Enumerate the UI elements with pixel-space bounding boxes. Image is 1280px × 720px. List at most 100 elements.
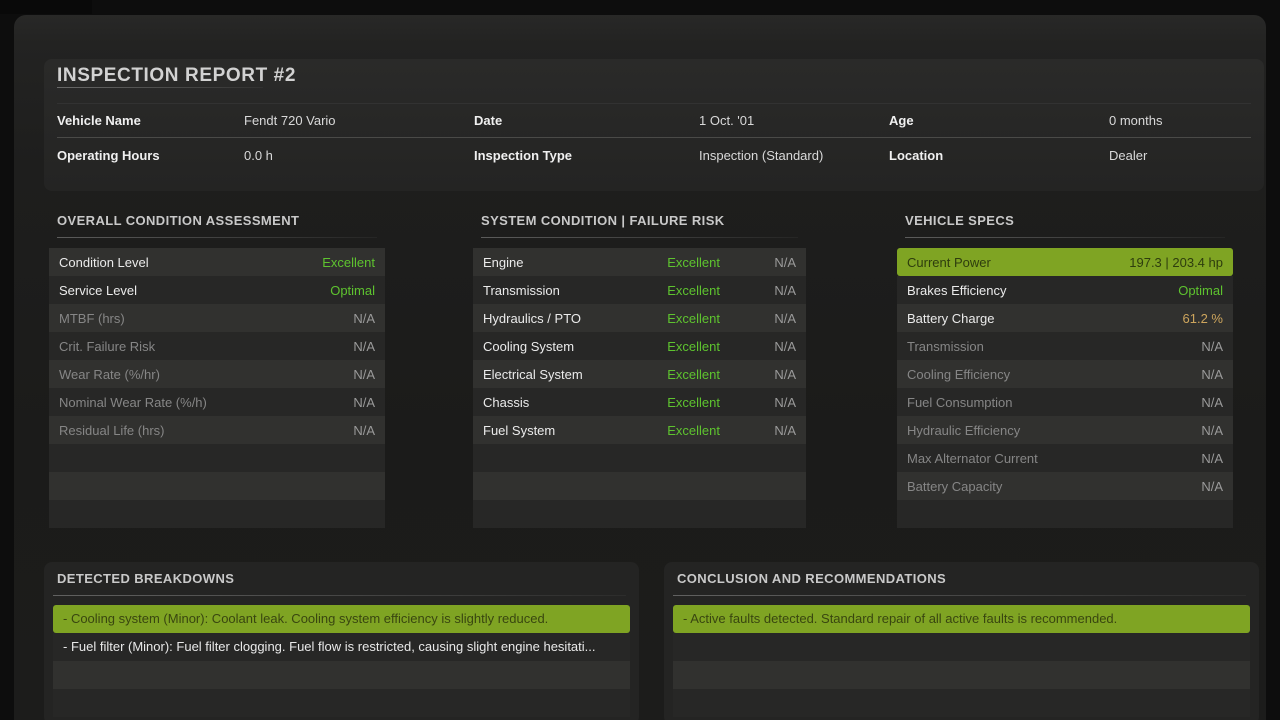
row-risk: N/A <box>720 367 796 382</box>
row-label: Residual Life (hrs) <box>59 423 165 438</box>
list-item[interactable]: MTBF (hrs) N/A <box>49 304 385 332</box>
row-value: Optimal <box>1178 283 1223 298</box>
empty-row <box>53 689 630 717</box>
empty-row <box>49 472 385 500</box>
list-item[interactable]: Transmission Excellent N/A <box>473 276 806 304</box>
row-value: N/A <box>1201 367 1223 382</box>
panel-title: DETECTED BREAKDOWNS <box>44 562 639 587</box>
empty-row <box>49 500 385 528</box>
list-item[interactable]: Crit. Failure Risk N/A <box>49 332 385 360</box>
row-label: Fuel System <box>483 423 555 438</box>
list-item-selected[interactable]: - Cooling system (Minor): Coolant leak. … <box>53 605 630 633</box>
row-value: N/A <box>353 367 375 382</box>
row-label: MTBF (hrs) <box>59 311 125 326</box>
panel-title: SYSTEM CONDITION | FAILURE RISK <box>473 213 806 229</box>
list-item[interactable]: Fuel System Excellent N/A <box>473 416 806 444</box>
inspection-report-screen: INSPECTION REPORT #2 Vehicle Name Fendt … <box>0 0 1280 720</box>
row-label: Current Power <box>907 255 991 270</box>
report-window: INSPECTION REPORT #2 Vehicle Name Fendt … <box>14 15 1266 720</box>
overall-condition-list: Condition Level Excellent Service Level … <box>49 248 385 528</box>
list-item-selected[interactable]: Current Power 197.3 | 203.4 hp <box>897 248 1233 276</box>
row-label: Transmission <box>907 339 984 354</box>
list-item[interactable]: Cooling Efficiency N/A <box>897 360 1233 388</box>
operating-hours-label: Operating Hours <box>57 148 244 163</box>
location-value: Dealer <box>1109 148 1251 163</box>
panel-title: VEHICLE SPECS <box>897 213 1233 229</box>
vehicle-info-row: Vehicle Name Fendt 720 Vario Date 1 Oct.… <box>57 103 1251 138</box>
operating-hours-value: 0.0 h <box>244 148 474 163</box>
location-label: Location <box>889 148 1109 163</box>
empty-row <box>53 661 630 689</box>
list-item[interactable]: Condition Level Excellent <box>49 248 385 276</box>
panel-title: CONCLUSION AND RECOMMENDATIONS <box>664 562 1259 587</box>
inspection-type-value: Inspection (Standard) <box>699 148 889 163</box>
row-label: Wear Rate (%/hr) <box>59 367 160 382</box>
panel-divider <box>57 237 377 238</box>
row-label: Service Level <box>59 283 137 298</box>
row-value: N/A <box>1201 479 1223 494</box>
list-item[interactable]: Residual Life (hrs) N/A <box>49 416 385 444</box>
panel-vehicle-specs: VEHICLE SPECS Current Power 197.3 | 203.… <box>897 213 1233 528</box>
list-item[interactable]: Brakes Efficiency Optimal <box>897 276 1233 304</box>
row-risk: N/A <box>720 423 796 438</box>
panel-divider <box>53 595 626 596</box>
list-item[interactable]: Hydraulic Efficiency N/A <box>897 416 1233 444</box>
empty-row <box>673 689 1250 717</box>
empty-row <box>673 633 1250 661</box>
vehicle-info-table: Vehicle Name Fendt 720 Vario Date 1 Oct.… <box>57 103 1251 173</box>
list-item[interactable]: Cooling System Excellent N/A <box>473 332 806 360</box>
row-value: N/A <box>353 339 375 354</box>
row-label: Cooling Efficiency <box>907 367 1010 382</box>
empty-row <box>473 472 806 500</box>
row-risk: N/A <box>720 255 796 270</box>
list-item[interactable]: Battery Capacity N/A <box>897 472 1233 500</box>
date-label: Date <box>474 113 699 128</box>
report-header: INSPECTION REPORT #2 Vehicle Name Fendt … <box>44 59 1264 191</box>
list-item[interactable]: Service Level Optimal <box>49 276 385 304</box>
row-value: N/A <box>1201 339 1223 354</box>
row-label: Hydraulics / PTO <box>483 311 581 326</box>
row-value: Excellent <box>322 255 375 270</box>
page-title: INSPECTION REPORT #2 <box>57 65 296 87</box>
row-label: Cooling System <box>483 339 574 354</box>
list-item[interactable]: Fuel Consumption N/A <box>897 388 1233 416</box>
list-item[interactable]: - Fuel filter (Minor): Fuel filter clogg… <box>53 633 630 661</box>
row-value: N/A <box>353 311 375 326</box>
row-label: Hydraulic Efficiency <box>907 423 1020 438</box>
list-item[interactable]: Max Alternator Current N/A <box>897 444 1233 472</box>
empty-row <box>673 661 1250 689</box>
list-item[interactable]: Engine Excellent N/A <box>473 248 806 276</box>
row-value: N/A <box>353 423 375 438</box>
row-value: 61.2 % <box>1183 311 1223 326</box>
list-item[interactable]: Battery Charge 61.2 % <box>897 304 1233 332</box>
empty-row <box>473 444 806 472</box>
panel-title: OVERALL CONDITION ASSESSMENT <box>49 213 385 229</box>
row-value: N/A <box>1201 451 1223 466</box>
row-value: N/A <box>1201 423 1223 438</box>
row-label: Nominal Wear Rate (%/h) <box>59 395 207 410</box>
list-item[interactable]: Electrical System Excellent N/A <box>473 360 806 388</box>
list-item-selected[interactable]: - Active faults detected. Standard repai… <box>673 605 1250 633</box>
vehicle-name-label: Vehicle Name <box>57 113 244 128</box>
vehicle-specs-list: Current Power 197.3 | 203.4 hp Brakes Ef… <box>897 248 1233 528</box>
row-label: Fuel Consumption <box>907 395 1013 410</box>
row-value: Optimal <box>330 283 375 298</box>
list-item[interactable]: Hydraulics / PTO Excellent N/A <box>473 304 806 332</box>
background-tab <box>0 0 92 14</box>
list-item[interactable]: Transmission N/A <box>897 332 1233 360</box>
row-label: Transmission <box>483 283 560 298</box>
row-risk: N/A <box>720 395 796 410</box>
list-item[interactable]: Chassis Excellent N/A <box>473 388 806 416</box>
panel-system-condition: SYSTEM CONDITION | FAILURE RISK Engine E… <box>473 213 806 528</box>
row-label: Electrical System <box>483 367 583 382</box>
row-label: Crit. Failure Risk <box>59 339 155 354</box>
row-label: Engine <box>483 255 523 270</box>
empty-row <box>473 500 806 528</box>
conclusion-list: - Active faults detected. Standard repai… <box>673 605 1250 717</box>
panel-divider <box>481 237 798 238</box>
age-value: 0 months <box>1109 113 1251 128</box>
list-item[interactable]: Wear Rate (%/hr) N/A <box>49 360 385 388</box>
row-label: Max Alternator Current <box>907 451 1038 466</box>
panel-divider <box>673 595 1246 596</box>
list-item[interactable]: Nominal Wear Rate (%/h) N/A <box>49 388 385 416</box>
